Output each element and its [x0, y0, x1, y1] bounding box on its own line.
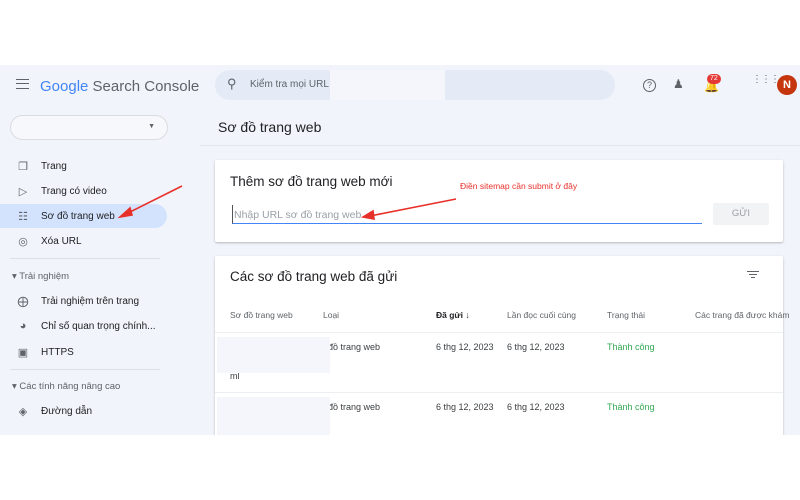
column-header-last-read[interactable]: Lần đọc cuối cùng: [507, 310, 576, 320]
cell-submitted: 6 thg 12, 2023: [436, 402, 494, 412]
gauge-icon: ◕: [19, 320, 27, 332]
search-placeholder: Kiểm tra mọi URL: [250, 79, 329, 90]
table-row[interactable]: ; đồ trang web 6 thg 12, 2023 6 thg 12, …: [215, 393, 783, 435]
section-advanced[interactable]: ▾ Các tính năng nâng cao: [12, 381, 120, 392]
column-header-status[interactable]: Trạng thái: [607, 310, 645, 320]
sort-down-icon: ↓: [465, 310, 470, 320]
sitemap-url-input[interactable]: Nhập URL sơ đồ trang web: [232, 205, 702, 224]
divider: [10, 369, 160, 370]
sidebar-item-label: HTTPS: [41, 346, 74, 358]
sitemap-icon: ☷: [18, 210, 28, 223]
cell-last-read: 6 thg 12, 2023: [507, 342, 565, 352]
sidebar-item-sitemaps[interactable]: ☷ Sơ đồ trang web: [0, 204, 167, 228]
users-settings-icon[interactable]: ♟: [673, 77, 684, 91]
notification-badge: 72: [707, 74, 721, 84]
page-title: Sơ đồ trang web: [218, 119, 322, 135]
submitted-sitemaps-title: Các sơ đồ trang web đã gửi: [230, 269, 398, 284]
url-inspection-search[interactable]: ⚲ Kiểm tra mọi URL: [215, 70, 615, 100]
sidebar-item-removals[interactable]: ◎ Xóa URL: [0, 229, 167, 253]
sidebar-item-label: Xóa URL: [41, 235, 82, 247]
column-header-pages-discovered[interactable]: Các trang đã được khám: [695, 310, 789, 320]
sidebar-item-label: Trải nghiệm trên trang: [41, 295, 140, 307]
sidebar-item-label: Đường dẫn: [41, 405, 93, 417]
redacted-area: [217, 337, 330, 373]
plus-circle-icon: ⨁: [17, 295, 29, 308]
table-row[interactable]: ml ; đồ trang web 6 thg 12, 2023 6 thg 1…: [215, 333, 783, 391]
cell-last-read: 6 thg 12, 2023: [507, 402, 565, 412]
search-icon: ⚲: [227, 76, 237, 91]
submitted-sitemaps-card: Các sơ đồ trang web đã gửi Sơ đồ trang w…: [215, 256, 789, 435]
avatar[interactable]: N: [777, 75, 797, 95]
dropdown-arrow-icon: ▼: [148, 123, 155, 130]
logo[interactable]: Google Search Console: [40, 78, 199, 95]
filter-icon[interactable]: [747, 271, 759, 278]
video-icon: ▷: [18, 185, 28, 198]
column-header-submitted[interactable]: Đã gửi ↓: [436, 310, 470, 320]
redacted-area: [330, 70, 445, 100]
input-placeholder: Nhập URL sơ đồ trang web: [234, 209, 362, 221]
sidebar-item-label: Chỉ số quan trọng chính...: [41, 320, 156, 332]
search-console-app: Google Search Console ⚲ Kiểm tra mọi URL…: [0, 65, 800, 435]
property-selector[interactable]: ▼: [10, 115, 168, 140]
sidebar-item-pages[interactable]: ❐ Trang: [0, 154, 167, 178]
sidebar-item-label: Trang có video: [41, 185, 107, 197]
help-icon[interactable]: ?: [643, 79, 656, 92]
sidebar-item-https[interactable]: ▣ HTTPS: [0, 340, 167, 364]
cell-submitted: 6 thg 12, 2023: [436, 342, 494, 352]
redacted-area: [217, 397, 330, 435]
add-sitemap-title: Thêm sơ đồ trang web mới: [230, 174, 393, 189]
annotation-text: Điền sitemap cần submit ở đây: [460, 181, 578, 191]
apps-grid-icon[interactable]: ⋮⋮⋮: [752, 75, 780, 85]
pages-icon: ❐: [18, 160, 28, 173]
divider: [10, 258, 160, 259]
layers-icon: ◈: [18, 405, 28, 418]
sidebar-item-core-web-vitals[interactable]: ◕ Chỉ số quan trọng chính...: [0, 314, 167, 338]
sidebar-item-page-experience[interactable]: ⨁ Trải nghiệm trên trang: [0, 289, 167, 313]
menu-icon[interactable]: [16, 79, 29, 89]
divider: [200, 145, 800, 146]
section-experience[interactable]: ▾ Trải nghiệm: [12, 271, 69, 282]
cell-status: Thành công: [607, 402, 655, 412]
sidebar-item-label: Sơ đồ trang web: [41, 210, 115, 222]
sidebar-item-label: Trang: [41, 160, 67, 172]
column-header-type[interactable]: Loại: [323, 310, 339, 320]
add-sitemap-card: Thêm sơ đồ trang web mới Nhập URL sơ đồ …: [215, 160, 783, 242]
lock-icon: ▣: [17, 346, 29, 359]
column-header-sitemap[interactable]: Sơ đồ trang web: [230, 310, 293, 320]
cell-type: ; đồ trang web: [323, 342, 381, 352]
submit-button[interactable]: GỬI: [713, 203, 769, 225]
sidebar-item-breadcrumbs[interactable]: ◈ Đường dẫn: [0, 399, 167, 423]
sidebar-item-video-pages[interactable]: ▷ Trang có video: [0, 179, 167, 203]
cell-type: ; đồ trang web: [323, 402, 381, 412]
cell-status: Thành công: [607, 342, 655, 352]
eye-off-icon: ◎: [18, 235, 28, 248]
